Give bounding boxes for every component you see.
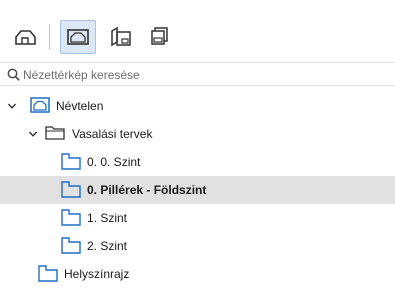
chevron-down-icon[interactable] [28, 129, 38, 139]
publisher-sets-icon [151, 27, 168, 45]
tree-item-view[interactable]: Helyszínrajz [0, 260, 395, 288]
tree-item-view[interactable]: 1. Szint [0, 204, 395, 232]
tree-item-label: Névtelen [56, 99, 104, 113]
tree-item-label: 0. Pillérek - Földszint [87, 183, 207, 197]
publisher-sets-button[interactable] [142, 20, 176, 54]
tree-item-label: 0. 0. Szint [87, 155, 141, 169]
floor-plan-icon [61, 153, 81, 170]
view-map-icon [67, 29, 89, 45]
toolbar-divider [49, 24, 50, 50]
navigator-toolbar [0, 0, 395, 60]
project-map-icon [15, 30, 36, 45]
search-icon [7, 68, 20, 81]
tree-item-label: Vasalási tervek [72, 127, 153, 141]
floor-plan-icon [38, 265, 58, 282]
tree-item-view[interactable]: 0. 0. Szint [0, 148, 395, 176]
tree-item-label: 2. Szint [87, 239, 128, 253]
tree-item-view[interactable]: 2. Szint [0, 232, 395, 260]
tree-item-label: Helyszínrajz [64, 267, 130, 281]
floor-plan-icon [61, 209, 81, 226]
tree-item-label: 1. Szint [87, 211, 128, 225]
view-map-icon [30, 97, 50, 113]
tree-item-folder[interactable]: Vasalási tervek [0, 120, 395, 148]
project-map-button[interactable] [8, 20, 42, 54]
search-bar [0, 62, 395, 86]
floor-plan-icon [61, 181, 81, 198]
search-input[interactable] [23, 65, 383, 84]
tree-item-view-selected[interactable]: 0. Pillérek - Földszint [0, 176, 395, 204]
folder-icon [45, 126, 65, 140]
floor-plan-icon [61, 237, 81, 254]
tree-item-root[interactable]: Névtelen [0, 92, 395, 120]
layout-book-icon [111, 27, 131, 47]
view-map-button[interactable] [60, 20, 96, 54]
layout-book-button[interactable] [104, 20, 138, 54]
chevron-down-icon[interactable] [7, 101, 17, 111]
